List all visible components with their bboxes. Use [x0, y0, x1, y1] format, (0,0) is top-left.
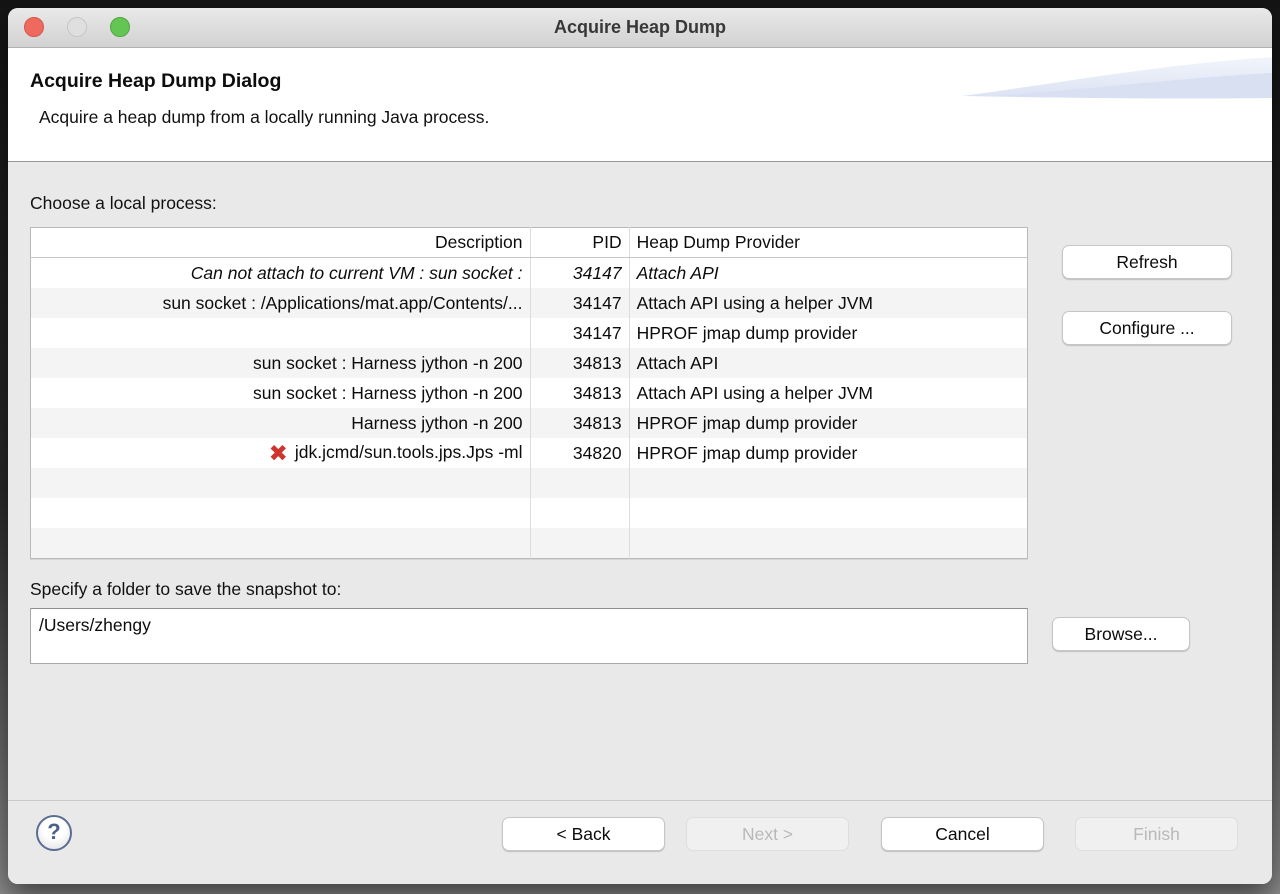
cell-provider: HPROF jmap dump provider: [629, 408, 1027, 438]
title-bar: Acquire Heap Dump: [8, 8, 1272, 48]
cell-description: sun socket : /Applications/mat.app/Conte…: [163, 293, 523, 313]
cell-pid: 34147: [530, 318, 629, 348]
cell-description: Can not attach to current VM : sun socke…: [191, 263, 523, 283]
cell-provider: Attach API using a helper JVM: [629, 288, 1027, 318]
cell-pid: 34813: [530, 408, 629, 438]
cell-provider: HPROF jmap dump provider: [629, 438, 1027, 468]
process-list-label: Choose a local process:: [30, 162, 1250, 214]
cell-pid: 34813: [530, 378, 629, 408]
cell-pid: 34820: [530, 438, 629, 468]
folder-input[interactable]: /Users/zhengy: [30, 608, 1028, 664]
back-button[interactable]: < Back: [502, 817, 665, 851]
empty-row[interactable]: [31, 498, 1028, 528]
table-row[interactable]: sun socket : Harness jython -n 200 34813…: [31, 348, 1028, 378]
empty-row[interactable]: [31, 528, 1028, 559]
dialog-content: Choose a local process: Description PID …: [8, 162, 1272, 664]
browse-button[interactable]: Browse...: [1052, 617, 1190, 651]
cell-pid: 34813: [530, 348, 629, 378]
empty-row[interactable]: [31, 468, 1028, 498]
cell-pid: 34147: [530, 288, 629, 318]
cell-provider: HPROF jmap dump provider: [629, 318, 1027, 348]
cancel-button[interactable]: Cancel: [881, 817, 1044, 851]
cell-description: sun socket : Harness jython -n 200: [253, 353, 522, 373]
column-header-provider[interactable]: Heap Dump Provider: [629, 228, 1027, 258]
refresh-button[interactable]: Refresh: [1062, 245, 1232, 279]
button-bar: ? < Back Next > Cancel Finish: [8, 800, 1272, 884]
cell-pid: [530, 498, 629, 528]
cell-provider: [629, 498, 1027, 528]
cell-description: jdk.jcmd/sun.tools.jps.Jps -ml: [295, 442, 523, 462]
table-row[interactable]: ✖ jdk.jcmd/sun.tools.jps.Jps -ml 34820 HP…: [31, 438, 1028, 468]
cell-pid: [530, 468, 629, 498]
table-row[interactable]: sun socket : /Applications/mat.app/Conte…: [31, 288, 1028, 318]
page-title: Acquire Heap Dump Dialog: [30, 48, 1250, 93]
table-row[interactable]: Harness jython -n 200 34813 HPROF jmap d…: [31, 408, 1028, 438]
next-button[interactable]: Next >: [686, 817, 849, 851]
help-icon[interactable]: ?: [36, 815, 72, 851]
cell-description: Harness jython -n 200: [351, 413, 522, 433]
cell-provider: Attach API: [629, 348, 1027, 378]
table-row[interactable]: Can not attach to current VM : sun socke…: [31, 258, 1028, 289]
process-table: Description PID Heap Dump Provider Can n…: [30, 227, 1028, 559]
cell-provider: [629, 528, 1027, 559]
window-title: Acquire Heap Dump: [8, 8, 1272, 47]
cell-pid: [530, 528, 629, 559]
table-row[interactable]: sun socket : Harness jython -n 200 34813…: [31, 378, 1028, 408]
dialog-window: Acquire Heap Dump Acquire Heap Dump Dial…: [8, 8, 1272, 884]
wizard-header: Acquire Heap Dump Dialog Acquire a heap …: [8, 48, 1272, 162]
page-subtitle: Acquire a heap dump from a locally runni…: [39, 107, 1250, 128]
column-header-description[interactable]: Description: [31, 228, 531, 258]
configure-button[interactable]: Configure ...: [1062, 311, 1232, 345]
process-table-body: Can not attach to current VM : sun socke…: [31, 258, 1028, 559]
cell-provider: Attach API using a helper JVM: [629, 378, 1027, 408]
error-icon: ✖: [269, 442, 288, 465]
finish-button[interactable]: Finish: [1075, 817, 1238, 851]
cell-provider: Attach API: [629, 258, 1027, 289]
column-header-pid[interactable]: PID: [530, 228, 629, 258]
cell-provider: [629, 468, 1027, 498]
cell-pid: 34147: [530, 258, 629, 289]
folder-label: Specify a folder to save the snapshot to…: [30, 579, 1250, 600]
cell-description: sun socket : Harness jython -n 200: [253, 383, 522, 403]
table-header-row: Description PID Heap Dump Provider: [31, 228, 1028, 258]
table-row[interactable]: 34147 HPROF jmap dump provider: [31, 318, 1028, 348]
